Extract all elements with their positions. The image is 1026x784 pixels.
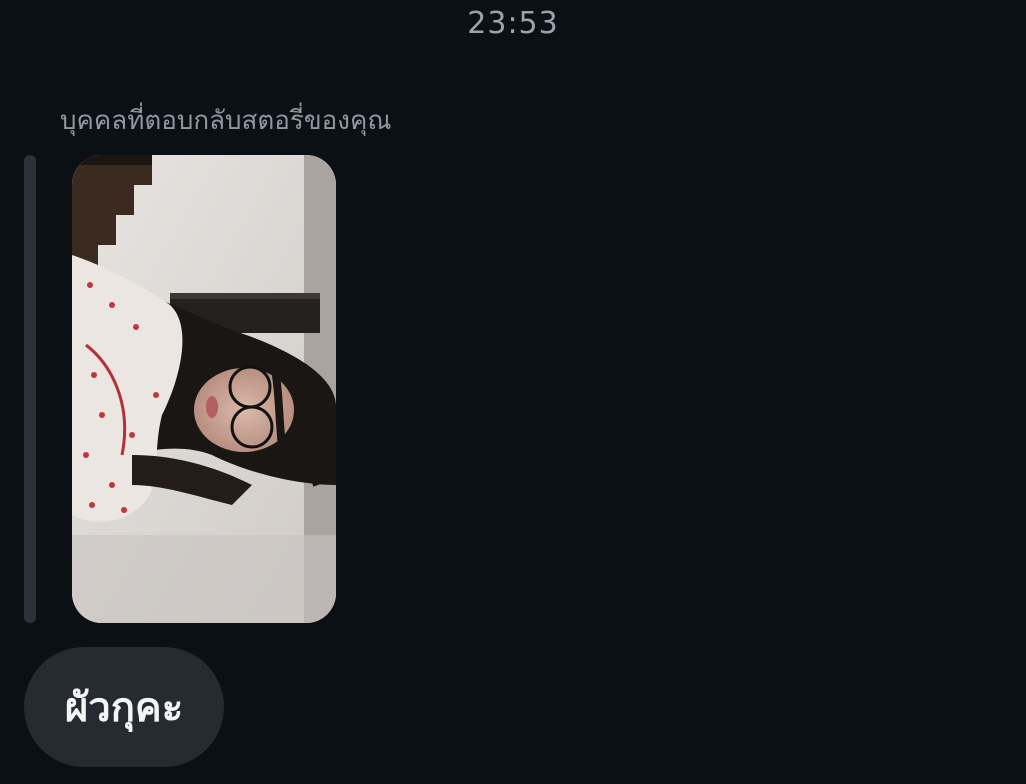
message-text: ผัวกุคะ xyxy=(64,685,184,731)
quote-bar xyxy=(24,155,36,623)
chat-screen: 23:53 บุคคลที่ตอบกลับสตอรี่ของคุณ ผัวกุค… xyxy=(0,0,1026,784)
story-photo-image xyxy=(72,155,336,623)
message-timestamp: 23:53 xyxy=(467,6,559,41)
story-reply-label: บุคคลที่ตอบกลับสตอรี่ของคุณ xyxy=(60,106,392,136)
message-bubble[interactable]: ผัวกุคะ xyxy=(24,647,224,767)
story-thumbnail[interactable] xyxy=(72,155,336,623)
